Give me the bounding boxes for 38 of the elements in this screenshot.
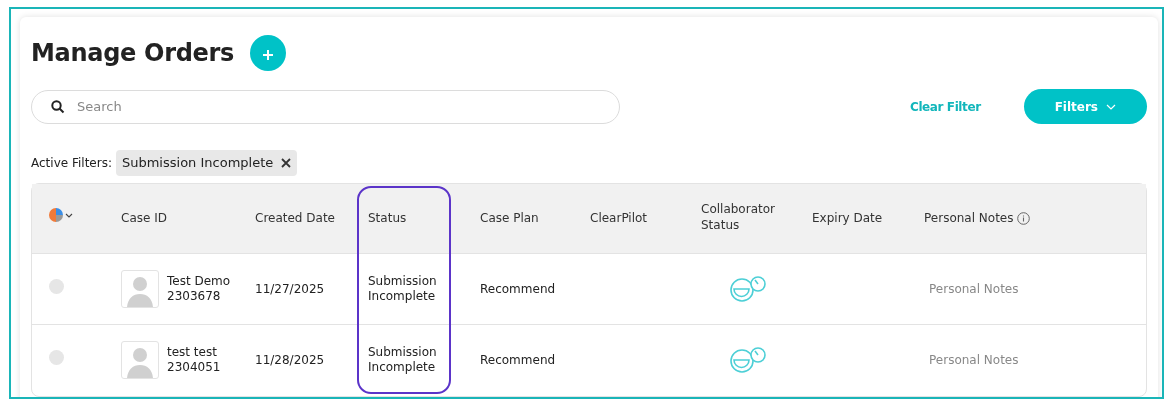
column-header: Expiry Date — [812, 211, 883, 227]
column-header: Case ID — [121, 211, 167, 227]
info-icon — [1017, 209, 1031, 228]
row-select-radio[interactable] — [49, 279, 64, 294]
notes-link[interactable]: Personal Notes — [929, 353, 1019, 368]
column-picker-icon[interactable] — [49, 208, 75, 223]
clear-filter-link[interactable]: Clear Filter — [910, 97, 981, 116]
row-select-radio[interactable] — [49, 350, 64, 366]
case-id: 2303678 — [167, 289, 222, 304]
status-text: Submission Incomplete — [368, 273, 438, 304]
column-header: Collaborator Status — [701, 202, 776, 234]
column-header: ClearPilot — [590, 211, 648, 227]
column-header: Case Plan — [480, 211, 539, 227]
collaborator-status-icon — [729, 346, 767, 375]
avatar-icon — [121, 270, 159, 308]
table-cell: 11/27/2025 — [255, 282, 325, 296]
plus-icon — [262, 48, 275, 61]
table-cell: 11/28/2025 — [255, 353, 325, 368]
chip-label: Submission Incomplete — [121, 154, 274, 172]
case-name: Test Demo — [167, 274, 231, 289]
add-button[interactable] — [250, 35, 287, 71]
search-field[interactable]: Search — [31, 89, 620, 124]
table-cell: Recommend — [480, 353, 556, 368]
status-text: Submission Incomplete — [368, 344, 438, 375]
active-filters-label: Active Filters: — [31, 154, 112, 172]
column-header: Status — [368, 211, 407, 227]
table-cell: Recommend — [480, 282, 556, 296]
search-icon — [51, 99, 65, 114]
collaborator-status-icon — [729, 275, 767, 303]
case-name: test test — [167, 345, 218, 361]
page-title: Manage Orders — [31, 38, 235, 68]
column-header: Personal Notes — [924, 210, 1014, 228]
avatar-icon — [121, 341, 159, 380]
column-header: Created Date — [255, 211, 335, 227]
case-id: 2304051 — [167, 360, 221, 376]
filters-button[interactable]: Filters — [1023, 89, 1147, 124]
notes-link[interactable]: Personal Notes — [929, 282, 1019, 296]
chevron-down-icon — [1106, 103, 1116, 110]
